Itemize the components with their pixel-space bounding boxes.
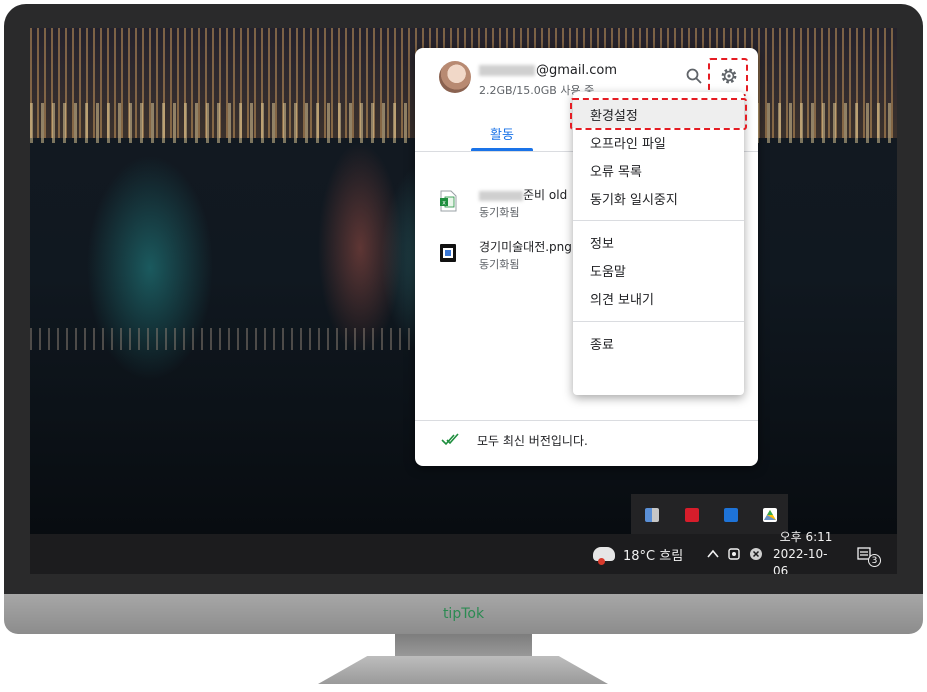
- tray-app-icon-1[interactable]: [645, 508, 659, 522]
- menu-item-send-feedback[interactable]: 의견 보내기: [573, 284, 744, 312]
- double-check-icon: [441, 433, 459, 446]
- meet-now-icon[interactable]: [727, 534, 743, 574]
- weather-widget[interactable]: 18°C 흐림: [593, 534, 683, 574]
- menu-item-pause-sync[interactable]: 동기화 일시중지: [573, 184, 744, 212]
- tray-app-icon-3[interactable]: [724, 508, 738, 522]
- tab-activity[interactable]: 활동: [471, 114, 533, 152]
- gear-highlight-box: [708, 58, 748, 96]
- monitor-chin: tipTok: [4, 594, 923, 634]
- footer-divider: [415, 420, 758, 421]
- account-email: @gmail.com: [479, 63, 617, 78]
- tray-overflow-panel: [631, 494, 788, 534]
- menu-item-error-list[interactable]: 오류 목록: [573, 156, 744, 184]
- chevron-up-icon[interactable]: [706, 534, 720, 574]
- menu-item-quit[interactable]: 종료: [573, 329, 744, 357]
- menu-item-help[interactable]: 도움말: [573, 256, 744, 284]
- preferences-highlight-box: [570, 98, 747, 130]
- clock-time: 오후 6:11: [779, 529, 833, 544]
- search-icon[interactable]: [685, 67, 703, 85]
- notification-button[interactable]: 3: [856, 534, 884, 574]
- email-redaction: [479, 65, 535, 76]
- file-status: 동기화됨: [479, 206, 520, 219]
- name-redaction: [479, 190, 523, 201]
- svg-text:x: x: [442, 200, 446, 207]
- wallpaper-pier: [30, 328, 450, 350]
- file-status: 동기화됨: [479, 258, 520, 271]
- avatar[interactable]: [439, 61, 471, 93]
- cloud-icon: [593, 547, 615, 565]
- monitor-stand-base: [318, 656, 608, 684]
- taskbar-clock[interactable]: 오후 6:11 2022-10-06: [773, 530, 839, 575]
- settings-menu: 환경설정 오프라인 파일 오류 목록 동기화 일시중지 정보 도움말 의견 보내…: [573, 92, 744, 395]
- footer-status: 모두 최신 버전입니다.: [477, 434, 588, 448]
- file-name: 준비 old: [479, 186, 567, 203]
- menu-divider: [573, 321, 744, 322]
- close-circle-icon[interactable]: [749, 534, 763, 574]
- clock-date: 2022-10-06: [773, 546, 828, 575]
- menu-divider: [573, 220, 744, 221]
- notification-count-badge: 3: [868, 554, 881, 567]
- menu-item-about[interactable]: 정보: [573, 228, 744, 256]
- file-name: 경기미술대전.png: [479, 240, 572, 254]
- google-drive-tray-icon[interactable]: [763, 508, 777, 522]
- monitor-stand-neck: [395, 634, 532, 658]
- weather-text: 18°C 흐림: [623, 548, 684, 564]
- tray-app-icon-2[interactable]: [685, 508, 699, 522]
- image-file-icon: [440, 244, 456, 262]
- taskbar: 18°C 흐림 오후 6:11 2022-10-06 3: [30, 530, 897, 575]
- excel-file-icon: x: [440, 190, 457, 212]
- brand-logo: tipTok: [442, 606, 485, 622]
- menu-item-offline-files[interactable]: 오프라인 파일: [573, 128, 744, 156]
